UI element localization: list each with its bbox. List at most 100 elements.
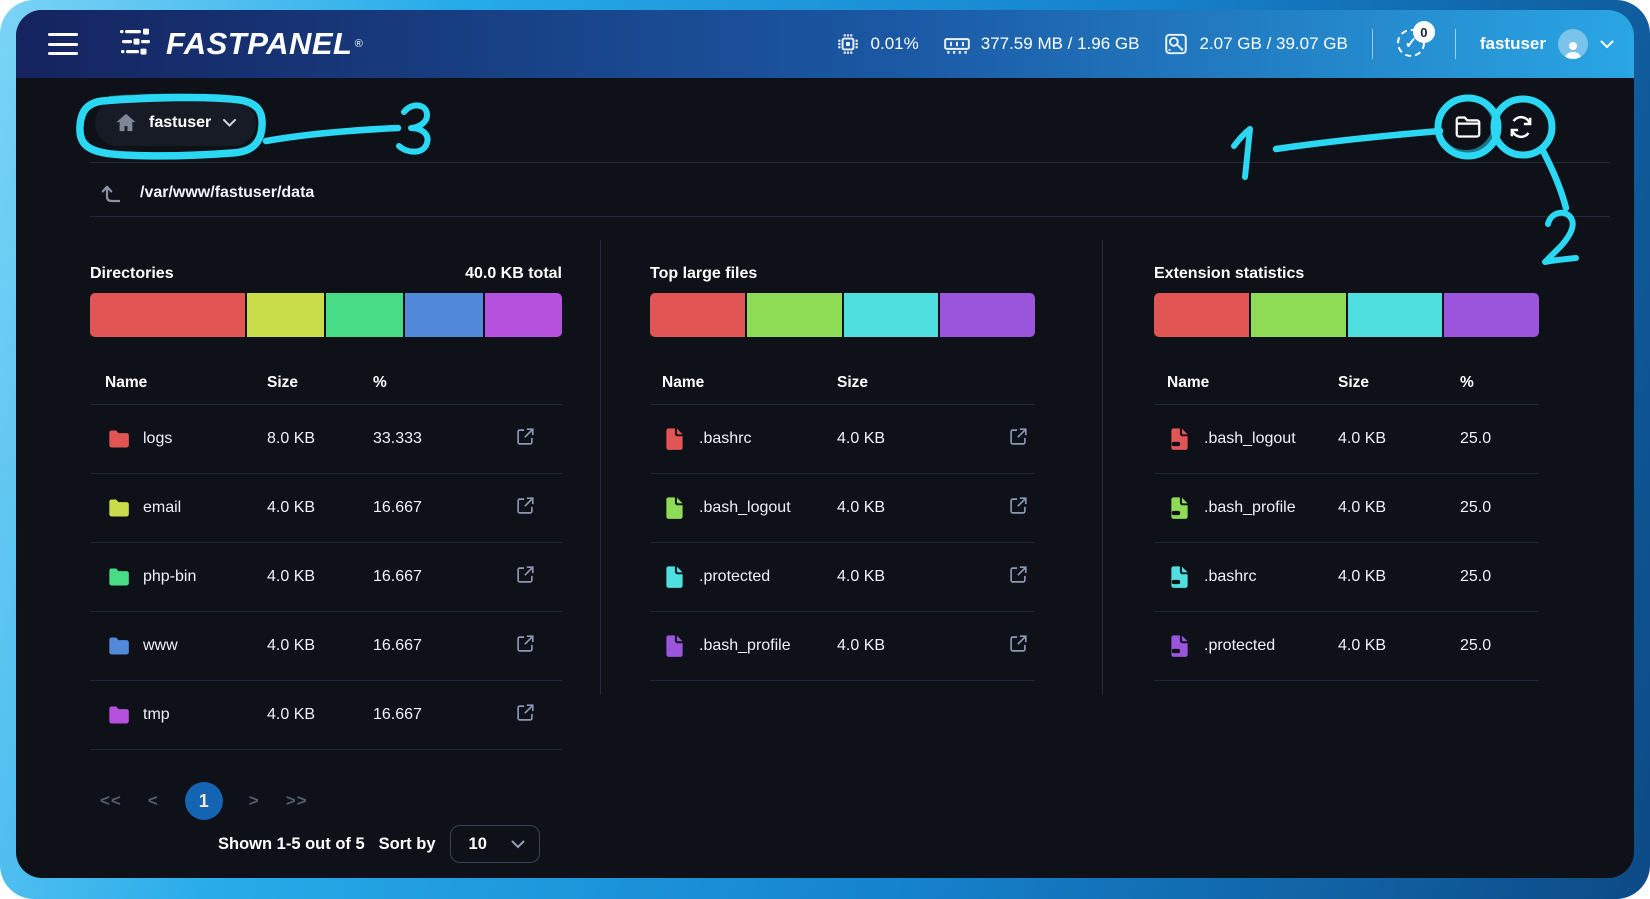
panel-title: Top large files [650,265,757,283]
notifications-button[interactable]: ✓ 0 [1397,27,1431,61]
external-link-icon[interactable] [514,633,536,655]
per-page-value: 10 [469,835,487,854]
file-icon [662,495,687,521]
bar-segment [326,293,403,337]
prev-page-button[interactable]: < [148,791,159,811]
bar-segment [485,293,562,337]
next-page-button[interactable]: > [249,791,260,811]
hamburger-menu-icon[interactable] [48,33,78,55]
col-name: Name [1167,374,1338,392]
col-name: Name [662,374,837,392]
row-percent: 25.0 [1460,637,1539,655]
external-link-icon[interactable] [514,426,536,448]
column-divider [1102,240,1103,695]
divider [1455,29,1456,59]
row-name: .protected [699,568,770,586]
bar-segment [405,293,482,337]
table-row: .protected 4.0 KB [650,543,1035,612]
ram-icon [943,31,971,57]
row-name: .protected [1204,637,1275,655]
chevron-down-icon [511,840,525,849]
row-size: 4.0 KB [1338,499,1460,517]
bar-segment [1251,293,1346,337]
panel-total: 40.0 KB total [465,265,562,283]
cpu-stat: 0.01% [835,31,919,57]
bar-segment [90,293,245,337]
disk-value: 2.07 GB / 39.07 GB [1199,34,1347,54]
bar-segment [247,293,324,337]
panel-title: Directories [90,265,174,283]
pagination-summary: Shown 1-5 out of 5 [218,835,365,854]
user-menu[interactable]: fastuser [1480,29,1614,59]
panel-title: Extension statistics [1154,265,1304,283]
directories-panel: Directories 40.0 KB total Name Size % lo… [90,265,562,750]
last-page-button[interactable]: >> [286,791,308,811]
external-link-icon[interactable] [1007,564,1029,586]
row-percent: 16.667 [373,499,480,517]
row-name: php-bin [143,568,196,586]
table-row: .bash_profile 4.0 KB 25.0 [1154,474,1539,543]
refresh-button[interactable] [1505,111,1537,143]
file-icon [662,564,687,590]
home-icon [115,113,137,133]
account-selector[interactable]: fastuser [95,100,256,146]
extensions-usage-bar [1154,293,1539,337]
row-percent: 16.667 [373,706,480,724]
row-size: 4.0 KB [267,706,373,724]
row-name: .bash_logout [699,499,791,517]
external-link-icon[interactable] [1007,495,1029,517]
per-page-select[interactable]: 10 [450,825,540,863]
row-name: .bashrc [699,430,751,448]
directories-usage-bar [90,293,562,337]
table-row: .bashrc 4.0 KB 25.0 [1154,543,1539,612]
app-panel: FASTPANEL® 0.01% [16,10,1634,878]
external-link-icon[interactable] [514,564,536,586]
divider [1372,29,1373,59]
first-page-button[interactable]: << [100,791,122,811]
file-minus-icon [1167,564,1192,590]
chevron-down-icon [223,119,236,127]
bar-segment [940,293,1035,337]
row-size: 4.0 KB [267,568,373,586]
fastpanel-logo-icon [118,27,154,59]
row-size: 8.0 KB [267,430,373,448]
table-header: Name Size % [1154,362,1539,405]
row-percent: 25.0 [1460,499,1539,517]
avatar [1558,29,1588,59]
folder-icon [105,633,131,659]
table-row: logs 8.0 KB 33.333 [90,405,562,474]
toolbar [1452,111,1537,143]
table-header: Name Size % [90,362,562,405]
column-divider [600,240,601,695]
file-icon [662,633,687,659]
row-size: 4.0 KB [267,499,373,517]
external-link-icon[interactable] [1007,633,1029,655]
divider [90,216,1610,217]
bar-segment [1154,293,1249,337]
row-size: 4.0 KB [837,568,973,586]
row-size: 4.0 KB [1338,568,1460,586]
col-size: Size [267,374,373,392]
row-name: logs [143,430,172,448]
files-usage-bar [650,293,1035,337]
file-manager-button[interactable] [1452,111,1484,143]
col-percent: % [1460,374,1539,392]
external-link-icon[interactable] [1007,426,1029,448]
row-percent: 25.0 [1460,430,1539,448]
folder-icon [105,426,131,452]
table-row: .bashrc 4.0 KB [650,405,1035,474]
external-link-icon[interactable] [514,495,536,517]
bar-segment [650,293,745,337]
memory-value: 377.59 MB / 1.96 GB [981,34,1140,54]
external-link-icon[interactable] [514,702,536,724]
disk-icon [1163,31,1189,57]
up-directory-icon[interactable] [100,181,124,205]
row-percent: 16.667 [373,637,480,655]
table-row: .bash_logout 4.0 KB 25.0 [1154,405,1539,474]
brand-logo[interactable]: FASTPANEL® [118,27,363,61]
server-stats: 0.01% 377.59 MB / 1.96 GB [835,27,1614,61]
row-name: email [143,499,181,517]
row-name: .bash_profile [1204,499,1296,517]
current-page-button[interactable]: 1 [185,782,223,820]
col-size: Size [837,374,973,392]
